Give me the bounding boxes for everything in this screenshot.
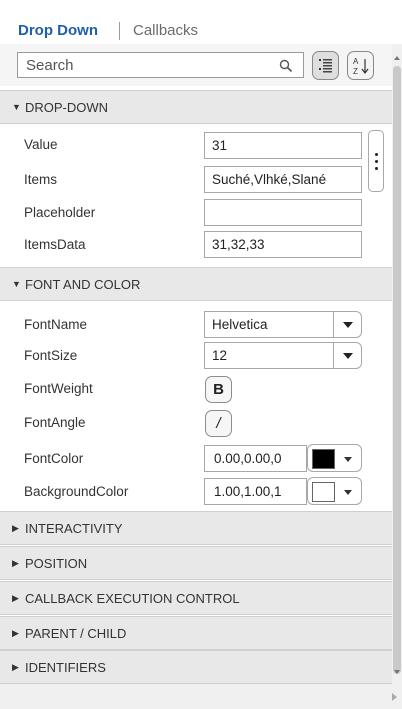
section-drop-down[interactable]: ▼ DROP-DOWN — [0, 90, 392, 124]
chevron-down-icon — [343, 322, 353, 328]
label-backgroundcolor: BackgroundColor — [24, 484, 129, 499]
section-title: PARENT / CHILD — [25, 626, 127, 641]
label-fontangle: FontAngle — [24, 415, 86, 430]
chevron-right-icon: ▶ — [12, 662, 19, 672]
label-value: Value — [24, 137, 58, 152]
chevron-down-icon — [343, 353, 353, 359]
tab-bar: Drop Down Callbacks — [0, 0, 392, 44]
inspector-panel: Drop Down Callbacks A Z ▼ D — [0, 0, 392, 684]
more-options-icon — [375, 153, 378, 156]
section-title: CALLBACK EXECUTION CONTROL — [25, 591, 240, 606]
itemsdata-field[interactable]: 31,32,33 — [204, 231, 362, 258]
italic-button[interactable]: / — [205, 410, 232, 437]
chevron-right-icon: ▶ — [12, 628, 19, 638]
fontcolor-swatch — [312, 449, 335, 469]
sort-button[interactable]: A Z — [347, 51, 374, 80]
more-options-dot — [375, 167, 378, 170]
fontcolor-picker[interactable] — [307, 444, 362, 472]
label-placeholder: Placeholder — [24, 205, 96, 220]
more-options-dot — [375, 160, 378, 163]
section-title: FONT AND COLOR — [25, 277, 141, 292]
list-view-button[interactable] — [312, 51, 339, 80]
backgroundcolor-swatch — [312, 482, 335, 502]
chevron-right-icon: ▶ — [12, 593, 19, 603]
tab-separator — [119, 22, 120, 40]
svg-text:Z: Z — [353, 67, 358, 76]
label-fontcolor: FontColor — [24, 451, 84, 466]
more-options-button[interactable] — [368, 130, 384, 192]
label-fontsize: FontSize — [24, 348, 78, 363]
items-field[interactable]: Suché,Vlhké,Slané — [204, 166, 362, 193]
chevron-down-icon: ▼ — [12, 279, 21, 289]
list-view-icon — [319, 59, 332, 73]
sort-az-icon: A Z — [353, 57, 369, 76]
vertical-scrollbar[interactable] — [392, 44, 402, 684]
section-parent-child[interactable]: ▶ PARENT / CHILD — [0, 616, 392, 650]
scroll-up-arrow-icon[interactable] — [394, 56, 400, 60]
chevron-down-icon — [344, 490, 352, 495]
search-icon[interactable] — [279, 59, 293, 73]
chevron-down-icon — [344, 457, 352, 462]
label-itemsdata: ItemsData — [24, 237, 86, 252]
horizontal-scrollbar[interactable] — [0, 684, 402, 709]
label-fontname: FontName — [24, 317, 88, 332]
chevron-right-icon: ▶ — [12, 558, 19, 568]
chevron-right-icon: ▶ — [12, 523, 19, 533]
fontname-dropdown-button[interactable] — [334, 311, 362, 338]
label-items: Items — [24, 172, 58, 187]
section-identifiers[interactable]: ▶ IDENTIFIERS — [0, 650, 392, 684]
label-fontweight: FontWeight — [24, 381, 93, 396]
search-box[interactable] — [17, 52, 304, 78]
section-interactivity[interactable]: ▶ INTERACTIVITY — [0, 511, 392, 545]
scrollbar-thumb[interactable] — [393, 66, 401, 674]
chevron-down-icon: ▼ — [12, 102, 21, 112]
fontname-dropdown[interactable]: Helvetica — [204, 311, 334, 338]
search-input[interactable] — [26, 56, 266, 74]
placeholder-field[interactable] — [204, 199, 362, 226]
tab-drop-down[interactable]: Drop Down — [18, 22, 98, 39]
section-title: DROP-DOWN — [25, 100, 109, 115]
backgroundcolor-field[interactable]: 1.00,1.00,1 — [204, 478, 307, 505]
scroll-down-arrow-icon[interactable] — [394, 670, 400, 674]
section-callback-execution-control[interactable]: ▶ CALLBACK EXECUTION CONTROL — [0, 581, 392, 615]
tab-callbacks[interactable]: Callbacks — [133, 22, 198, 39]
fontsize-dropdown-button[interactable] — [334, 342, 362, 369]
svg-text:A: A — [353, 57, 359, 66]
bold-button[interactable]: B — [205, 376, 232, 403]
section-title: INTERACTIVITY — [25, 521, 123, 536]
value-field[interactable]: 31 — [204, 132, 362, 159]
section-font-and-color[interactable]: ▼ FONT AND COLOR — [0, 267, 392, 301]
section-title: IDENTIFIERS — [25, 660, 106, 675]
fontsize-dropdown[interactable]: 12 — [204, 342, 334, 369]
fontcolor-field[interactable]: 0.00,0.00,0 — [204, 445, 307, 472]
section-position[interactable]: ▶ POSITION — [0, 546, 392, 580]
backgroundcolor-picker[interactable] — [307, 477, 362, 505]
section-title: POSITION — [25, 556, 88, 571]
scroll-right-arrow-icon[interactable] — [392, 693, 397, 701]
